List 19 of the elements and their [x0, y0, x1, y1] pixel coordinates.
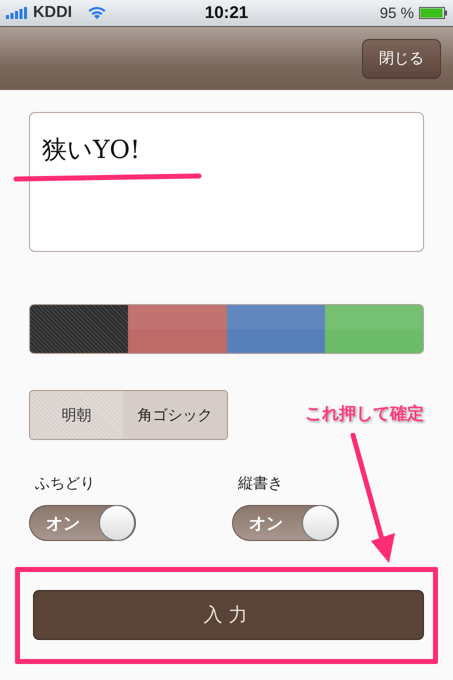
- toggle-label: 縦書き: [237, 474, 284, 493]
- battery-percent: 95 %: [380, 4, 414, 22]
- color-swatch[interactable]: [324, 305, 423, 353]
- close-button[interactable]: 閉じる: [362, 38, 441, 78]
- toggle-label: ふちどり: [34, 474, 96, 493]
- color-swatch[interactable]: [30, 305, 128, 353]
- annotation-text: これ押して確定: [305, 403, 424, 425]
- font-tab[interactable]: 角ゴシック: [123, 391, 227, 439]
- signal-icon: [6, 7, 28, 19]
- clock-time: 10:21: [204, 3, 248, 23]
- font-tab[interactable]: 明朝: [30, 391, 124, 439]
- input-text: 狭いYO!: [42, 135, 140, 164]
- color-swatch[interactable]: [128, 305, 226, 353]
- text-input-field[interactable]: 狭いYO!: [29, 112, 424, 252]
- carrier-name: KDDI: [33, 4, 72, 22]
- wifi-icon: [87, 6, 108, 20]
- battery-icon: [418, 7, 447, 19]
- submit-button[interactable]: 入力: [33, 590, 424, 640]
- color-swatch[interactable]: [226, 305, 325, 353]
